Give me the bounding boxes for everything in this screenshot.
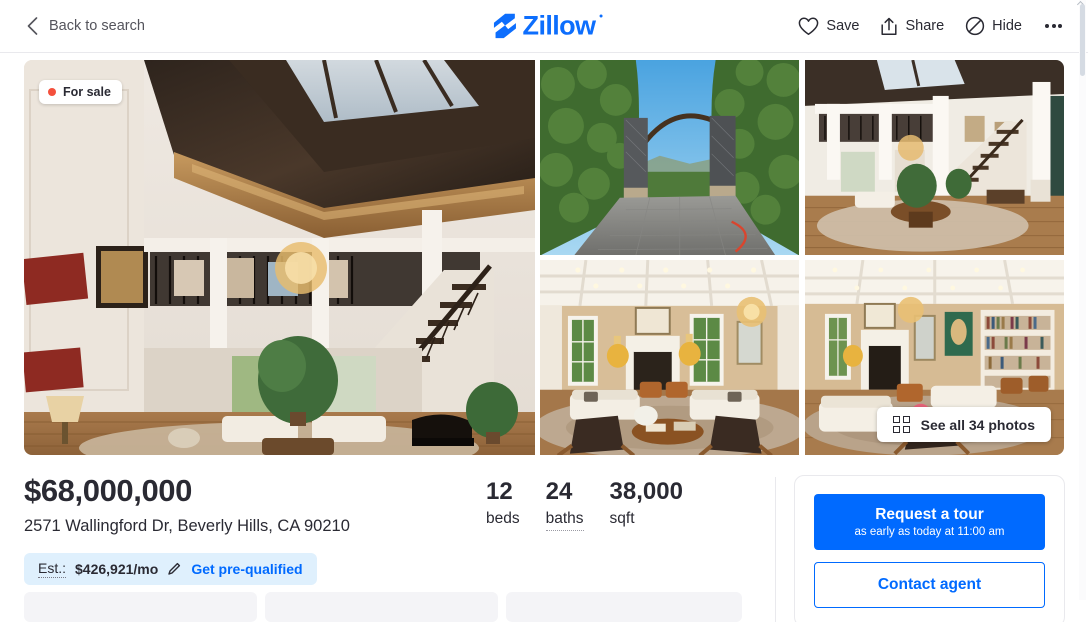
scrollbar-thumb[interactable] [1080, 4, 1085, 76]
share-button[interactable]: Share [880, 17, 944, 36]
placeholder-chip [24, 592, 257, 622]
gallery-photo-2[interactable] [540, 60, 800, 255]
fact-baths: 24 baths [545, 478, 584, 532]
grid-icon [892, 416, 910, 433]
gallery-photo-5[interactable]: See all 34 photos [804, 260, 1065, 455]
summary-left: $68,000,000 2571 Wallingford Dr, Beverly… [24, 474, 770, 585]
pencil-icon[interactable] [167, 561, 182, 576]
baths-value: 24 [545, 478, 573, 505]
beds-label: beds [486, 510, 520, 528]
gallery-photo-4[interactable] [540, 260, 800, 455]
property-summary: $68,000,000 2571 Wallingford Dr, Beverly… [24, 474, 1065, 622]
gallery-photo-3[interactable] [804, 60, 1065, 255]
header-actions: Save Share Hide [798, 16, 1064, 36]
gallery-photo-2-image [540, 60, 800, 255]
see-all-photos-label: See all 34 photos [920, 416, 1035, 433]
zillow-house-icon [493, 13, 516, 39]
fact-sqft: 38,000 sqft [609, 478, 683, 528]
hero-photo-image [24, 60, 535, 455]
hide-icon [966, 16, 985, 36]
sqft-value: 38,000 [609, 478, 683, 505]
share-label: Share [905, 18, 945, 34]
gallery-photo-4-image [540, 260, 800, 455]
request-a-tour-label: Request a tour [875, 506, 984, 523]
request-a-tour-button[interactable]: Request a tour as early as today at 11:0… [814, 494, 1045, 551]
request-a-tour-subtext: as early as today at 11:00 am [854, 526, 1005, 539]
share-icon [881, 17, 898, 35]
page-scrollbar[interactable] [1076, 0, 1086, 600]
contact-agent-button[interactable]: Contact agent [814, 562, 1045, 609]
beds-value: 12 [486, 478, 513, 505]
more-dot [1058, 24, 1062, 28]
back-to-search-link[interactable]: Back to search [27, 17, 145, 35]
estimate-badge[interactable]: Est.: $426,921/mo Get pre-qualified [24, 552, 317, 585]
chevron-left-icon [27, 17, 38, 35]
gallery-photo-3-image [804, 60, 1064, 255]
see-all-photos-button[interactable]: See all 34 photos [876, 407, 1051, 442]
sqft-label: sqft [609, 510, 635, 528]
placeholder-chip [265, 592, 498, 622]
zillow-logo-text: Zillow [522, 10, 603, 41]
more-dot [1045, 24, 1049, 28]
below-fold-placeholders [24, 592, 742, 622]
baths-label[interactable]: baths [545, 510, 584, 532]
photo-gallery: For sale See all 34 photos [24, 60, 1064, 455]
property-facts: 12 beds 24 baths 38,000 sqft [486, 478, 683, 532]
more-dot [1051, 24, 1056, 28]
estimate-amount: $426,921/mo [75, 560, 159, 577]
more-options-button[interactable] [1043, 18, 1064, 34]
status-dot-icon [48, 88, 56, 96]
photo-grid: See all 34 photos [540, 60, 1064, 455]
back-to-search-label: Back to search [49, 18, 145, 34]
estimate-label: Est.: [38, 559, 67, 578]
heart-icon [799, 17, 819, 35]
site-header: Back to search Zillow Save Share Hide [0, 0, 1088, 53]
get-pre-qualified-link[interactable]: Get pre-qualified [191, 561, 302, 577]
for-sale-badge: For sale [39, 80, 122, 104]
summary-divider [775, 477, 776, 622]
hide-button[interactable]: Hide [965, 16, 1022, 36]
for-sale-label: For sale [63, 85, 111, 99]
save-button[interactable]: Save [798, 17, 859, 36]
fact-beds: 12 beds [486, 478, 520, 528]
hero-photo[interactable]: For sale [24, 60, 535, 455]
save-label: Save [826, 18, 860, 34]
placeholder-chip [506, 592, 742, 622]
zillow-logo[interactable]: Zillow [493, 10, 603, 41]
hide-label: Hide [992, 18, 1022, 34]
